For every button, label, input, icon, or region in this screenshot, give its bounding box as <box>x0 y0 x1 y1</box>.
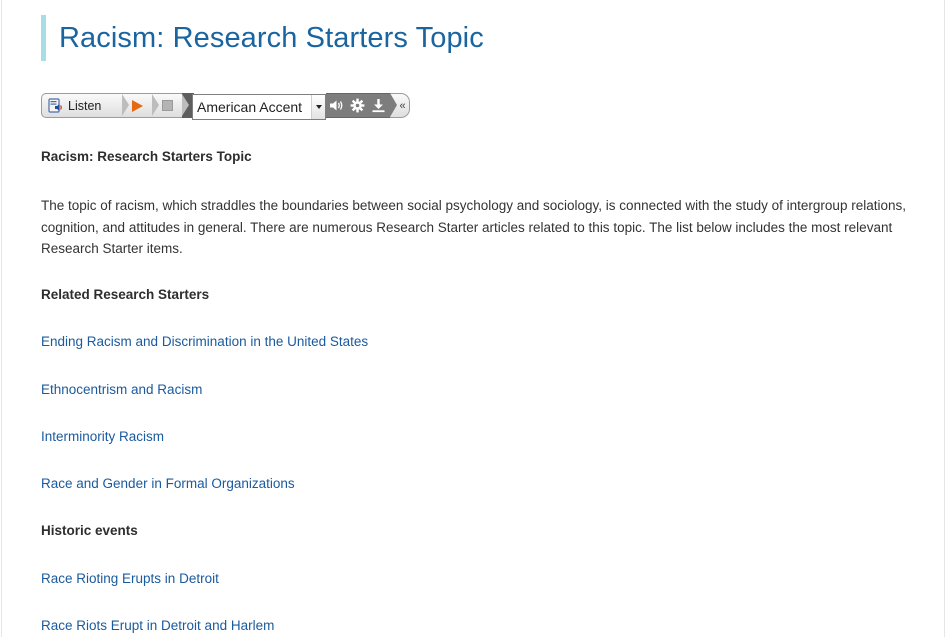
article-heading: Racism: Research Starters Topic <box>41 149 252 164</box>
stop-icon <box>161 100 173 111</box>
read-aloud-toolbar: Listen American Accent « <box>41 92 410 120</box>
historic-link[interactable]: Race Riots Erupt in Detroit and Harlem <box>41 618 274 633</box>
related-link[interactable]: Ethnocentrism and Racism <box>41 382 202 397</box>
toolbar-options <box>326 93 390 118</box>
download-icon[interactable] <box>371 98 386 113</box>
related-heading: Related Research Starters <box>41 287 210 302</box>
page-title-block: Racism: Research Starters Topic <box>41 15 484 61</box>
page-title: Racism: Research Starters Topic <box>59 21 484 54</box>
accent-select-value: American Accent <box>197 99 303 115</box>
historic-heading: Historic events <box>41 523 138 538</box>
collapse-icon: « <box>399 99 406 112</box>
play-icon <box>131 99 143 112</box>
listen-label: Listen <box>68 98 102 113</box>
listen-button[interactable]: Listen <box>42 94 129 117</box>
speaker-book-icon <box>48 97 62 113</box>
historic-link[interactable]: Race Rioting Erupts in Detroit <box>41 571 219 586</box>
accent-select[interactable]: American Accent <box>192 94 326 120</box>
collapse-toolbar-button[interactable]: « <box>390 93 410 118</box>
volume-icon[interactable] <box>329 98 344 113</box>
related-link[interactable]: Interminority Racism <box>41 429 164 444</box>
article-intro: The topic of racism, which straddles the… <box>41 198 906 256</box>
toolbar-controls: Listen <box>41 93 189 118</box>
related-link[interactable]: Ending Racism and Discrimination in the … <box>41 334 368 349</box>
chevron-down-icon <box>311 95 325 119</box>
gear-icon[interactable] <box>350 98 365 113</box>
related-link[interactable]: Race and Gender in Formal Organizations <box>41 476 295 491</box>
